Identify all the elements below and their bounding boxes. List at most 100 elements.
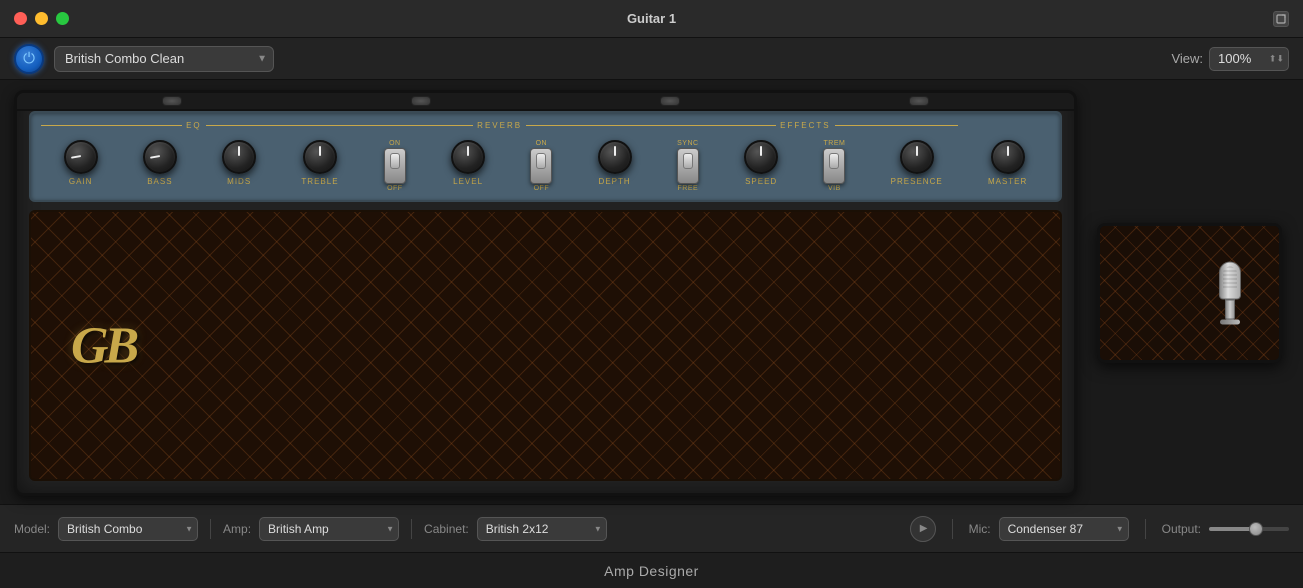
treble-knob[interactable]	[303, 140, 337, 174]
mids-knob[interactable]	[222, 140, 256, 174]
microphone	[1219, 262, 1241, 325]
trem-toggle[interactable]	[823, 148, 845, 184]
model-select[interactable]: British Combo	[58, 517, 198, 541]
effects-off-label: OFF	[534, 185, 550, 192]
power-icon: ⏻	[23, 51, 35, 66]
title-bar: Guitar 1	[0, 0, 1303, 38]
master-label: MASTER	[988, 177, 1027, 186]
reverb-toggle-group: ON OFF	[384, 140, 406, 192]
play-icon: ▶	[920, 523, 928, 534]
cabinet-label: Cabinet:	[424, 522, 469, 536]
knobs-row: GAIN BASS MIDS TREBLE	[41, 136, 1050, 194]
bass-knob[interactable]	[143, 140, 177, 174]
view-wrapper: 100% ⬆⬇	[1209, 47, 1289, 71]
gain-label: GAIN	[69, 177, 93, 186]
level-group: LEVEL	[451, 140, 485, 186]
handle-1	[162, 96, 182, 106]
main-area: EQ REVERB EFFECTS	[0, 80, 1303, 504]
handle-4	[909, 96, 929, 106]
bass-label: BASS	[147, 177, 172, 186]
speed-group: SPEED	[744, 140, 778, 186]
grille-pattern	[31, 212, 1060, 479]
preset-select[interactable]: British Combo Clean	[54, 46, 274, 72]
mic-select[interactable]: Condenser 87	[999, 517, 1129, 541]
cabinet-select-wrapper: British 2x12 ▼	[477, 517, 607, 541]
master-knob[interactable]	[991, 140, 1025, 174]
handle-3	[660, 96, 680, 106]
trem-label: TREM	[823, 140, 845, 147]
level-label: LEVEL	[453, 177, 483, 186]
model-select-wrapper: British Combo ▼	[58, 517, 198, 541]
amp-body: EQ REVERB EFFECTS	[14, 90, 1077, 496]
gain-group: GAIN	[64, 140, 98, 186]
sync-toggle[interactable]	[677, 148, 699, 184]
speed-label: SPEED	[745, 177, 777, 186]
reverb-label: REVERB	[473, 121, 526, 130]
output-label: Output:	[1162, 522, 1201, 536]
sync-toggle-group: SYNC FREE	[677, 140, 699, 192]
depth-group: DEPTH	[598, 140, 632, 186]
vib-label: VIB	[828, 185, 841, 192]
presence-knob[interactable]	[900, 140, 934, 174]
master-group: MASTER	[988, 140, 1027, 186]
window-controls[interactable]	[14, 12, 69, 25]
model-label: Model:	[14, 522, 50, 536]
mic-label: Mic:	[969, 522, 991, 536]
minimize-button[interactable]	[35, 12, 48, 25]
treble-label: TREBLE	[301, 177, 338, 186]
effects-toggle-group: ON OFF	[530, 140, 552, 192]
amp-select-wrapper: British Amp ▼	[259, 517, 399, 541]
toolbar: ⏻ British Combo Clean ▼ View: 100% ⬆⬇	[0, 38, 1303, 80]
handle-strip	[17, 93, 1074, 111]
level-knob[interactable]	[451, 140, 485, 174]
output-slider[interactable]	[1209, 527, 1289, 531]
reverb-off-label: OFF	[387, 185, 403, 192]
app-title-bar: Amp Designer	[0, 552, 1303, 588]
reverb-toggle[interactable]	[384, 148, 406, 184]
amp-logo: GB	[71, 316, 135, 375]
close-button[interactable]	[14, 12, 27, 25]
mic-base	[1220, 320, 1240, 325]
treble-group: TREBLE	[301, 140, 338, 186]
view-select[interactable]: 100%	[1209, 47, 1289, 71]
cabinet-box	[1097, 223, 1282, 363]
mic-select-wrapper: Condenser 87 ▼	[999, 517, 1129, 541]
maximize-button[interactable]	[56, 12, 69, 25]
title-bar-right	[1273, 11, 1289, 27]
controls-panel: EQ REVERB EFFECTS	[29, 111, 1062, 202]
trem-toggle-group: TREM VIB	[823, 140, 845, 192]
depth-label: DEPTH	[599, 177, 631, 186]
cabinet-select[interactable]: British 2x12	[477, 517, 607, 541]
depth-knob[interactable]	[598, 140, 632, 174]
cabinet-panel	[1089, 90, 1289, 496]
speaker-grille: GB	[29, 210, 1062, 481]
speed-knob[interactable]	[744, 140, 778, 174]
presence-label: PRESENCE	[891, 177, 943, 186]
mids-group: MIDS	[222, 140, 256, 186]
bass-group: BASS	[143, 140, 177, 186]
effects-label: EFFECTS	[776, 121, 834, 130]
window-title: Guitar 1	[627, 11, 676, 26]
app-title: Amp Designer	[604, 563, 699, 579]
mic-body	[1225, 300, 1235, 320]
free-label: FREE	[678, 185, 699, 192]
handle-2	[411, 96, 431, 106]
eq-label: EQ	[182, 121, 206, 130]
amp-select[interactable]: British Amp	[259, 517, 399, 541]
effects-on-label: ON	[536, 140, 548, 147]
mids-label: MIDS	[227, 177, 251, 186]
bottom-bar: Model: British Combo ▼ Amp: British Amp …	[0, 504, 1303, 552]
effects-toggle[interactable]	[530, 148, 552, 184]
gain-knob[interactable]	[64, 140, 98, 174]
view-label: View:	[1171, 51, 1203, 66]
cabinet-grille	[1100, 226, 1279, 360]
presence-group: PRESENCE	[891, 140, 943, 186]
reverb-on-label: ON	[389, 140, 401, 147]
play-button[interactable]: ▶	[910, 516, 936, 542]
power-button[interactable]: ⏻	[14, 44, 44, 74]
section-labels-row: EQ REVERB EFFECTS	[41, 121, 1050, 130]
expand-button[interactable]	[1273, 11, 1289, 27]
preset-wrapper: British Combo Clean ▼	[54, 46, 274, 72]
sync-label: SYNC	[677, 140, 698, 147]
mic-head	[1219, 262, 1241, 300]
